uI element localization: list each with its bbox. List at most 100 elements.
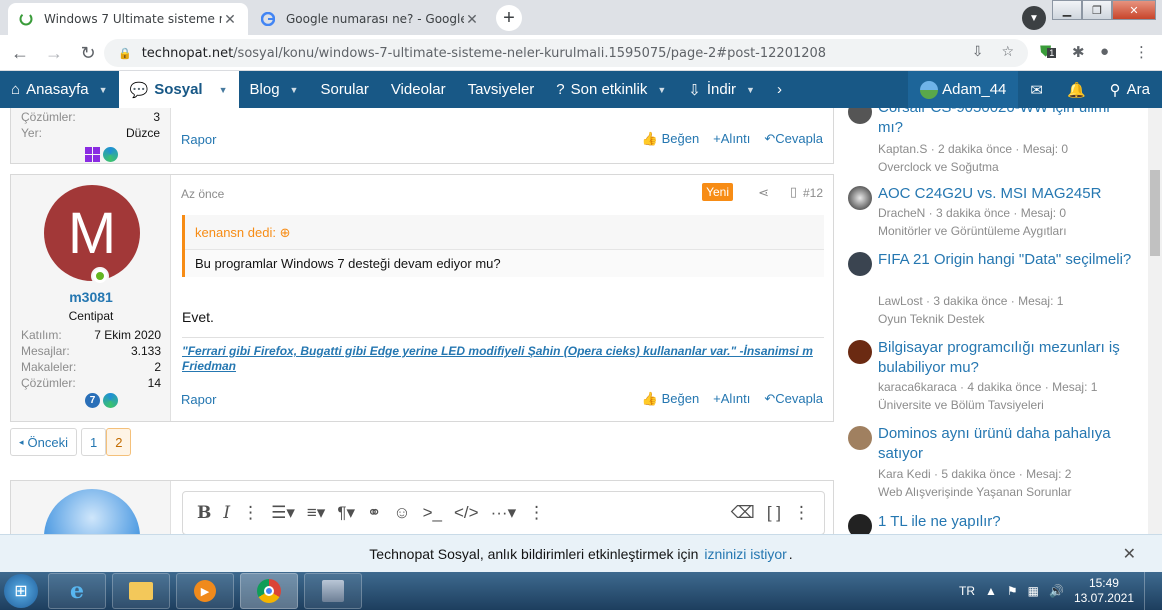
prev-page-button[interactable]: ◂ Önceki xyxy=(10,428,77,456)
thread-forum[interactable]: Monitörler ve Görüntüleme Aygıtları xyxy=(878,222,1067,240)
volume-icon[interactable]: 🔊 xyxy=(1049,584,1064,598)
reply-button[interactable]: ↶Cevapla xyxy=(764,131,823,147)
star-icon[interactable]: ☆ xyxy=(1001,44,1014,60)
thread-forum[interactable]: Oyun Teknik Destek xyxy=(878,310,985,328)
close-icon[interactable]: ✕ xyxy=(1123,544,1136,564)
chevron-down-icon[interactable]: ▼ xyxy=(746,85,755,95)
share-icon[interactable]: ⋖ xyxy=(758,185,769,201)
taskbar-explorer[interactable] xyxy=(112,573,170,609)
thread-forum[interactable]: Üniversite ve Bölüm Tavsiyeleri xyxy=(878,396,1044,414)
username[interactable]: m3081 xyxy=(11,289,171,305)
more-options-icon[interactable]: ⋮ xyxy=(528,503,545,523)
page-1[interactable]: 1 xyxy=(81,428,107,456)
thread-forum[interactable]: Web Alışverişinde Yaşanan Sorunlar xyxy=(878,483,1071,501)
tray-expand-icon[interactable]: ▲ xyxy=(985,584,997,598)
reload-icon[interactable]: ↻ xyxy=(76,41,100,65)
tab-active[interactable]: Windows 7 Ultimate sisteme nele ✕ xyxy=(8,3,248,35)
tab-inactive[interactable]: Google numarası ne? - Google'da ✕ xyxy=(250,3,490,35)
quote-button[interactable]: +Alıntı xyxy=(713,131,750,147)
quote-author[interactable]: kenansn dedi: ⊕ xyxy=(195,225,290,241)
arrow-up-circle-icon[interactable]: ⊕ xyxy=(280,225,291,240)
chevron-down-icon[interactable]: ▼ xyxy=(219,85,228,95)
clock[interactable]: 15:49 13.07.2021 xyxy=(1074,576,1134,606)
minimize-button[interactable]: ▁ xyxy=(1052,0,1082,20)
like-button[interactable]: 👍 Beğen xyxy=(642,391,699,407)
start-button[interactable]: ⊞ xyxy=(0,572,42,610)
menu-icon[interactable]: ⋮ xyxy=(1134,43,1149,61)
more-options-icon[interactable]: ⋮ xyxy=(242,503,259,523)
nav-item-blog[interactable]: Blog ▼ xyxy=(239,71,310,108)
taskbar-chrome[interactable] xyxy=(240,573,298,609)
italic-icon[interactable]: I xyxy=(223,503,230,523)
window-close-button[interactable]: ✕ xyxy=(1112,0,1156,20)
chevron-down-icon[interactable]: ▼ xyxy=(290,85,299,95)
bell-icon[interactable]: 🔔 xyxy=(1055,71,1098,108)
avatar[interactable]: M xyxy=(44,185,140,281)
align-icon[interactable]: ≡▾ xyxy=(307,503,325,523)
thread-title[interactable]: Dominos aynı ürünü daha pahalıya satıyor xyxy=(878,424,1134,464)
terminal-icon[interactable]: >_ xyxy=(423,503,442,523)
thread-forum[interactable]: Overclock ve Soğutma xyxy=(878,158,999,176)
reply-button[interactable]: ↶Cevapla xyxy=(764,391,823,407)
envelope-icon[interactable]: ✉ xyxy=(1018,71,1055,108)
taskbar-app[interactable] xyxy=(304,573,362,609)
scrollbar[interactable] xyxy=(1148,108,1162,534)
back-icon[interactable]: ← xyxy=(8,41,32,65)
nav-item-sosyal[interactable]: 💬 Sosyal ▼ xyxy=(118,71,239,108)
shield-icon[interactable]: ⛊1 xyxy=(1040,43,1057,60)
show-desktop-button[interactable] xyxy=(1144,572,1154,610)
signature[interactable]: "Ferrari gibi Firefox, Bugatti gibi Edge… xyxy=(182,337,824,374)
search-button[interactable]: ⚲ Ara xyxy=(1098,71,1162,108)
thread-title[interactable]: Corsair CS-9050020-WW için ulimi mı? xyxy=(878,108,1134,138)
like-button[interactable]: 👍 Beğen xyxy=(642,131,699,147)
bbcode-icon[interactable]: [ ] xyxy=(767,503,781,523)
flag-icon[interactable]: ⚑ xyxy=(1007,584,1018,598)
chevron-down-icon[interactable]: ▼ xyxy=(1022,6,1046,30)
address-bar[interactable]: 🔒 technopat.net/sosyal/konu/windows-7-ul… xyxy=(104,39,1028,67)
paragraph-icon[interactable]: ¶▾ xyxy=(337,503,355,523)
quote-button[interactable]: +Alıntı xyxy=(713,391,750,407)
chevron-down-icon[interactable]: ▼ xyxy=(99,85,108,95)
new-tab-button[interactable]: + xyxy=(496,5,522,31)
report-link[interactable]: Rapor xyxy=(181,392,216,407)
nav-item-son-etkinlik[interactable]: ? Son etkinlik ▼ xyxy=(545,71,677,108)
thread-title[interactable]: Bilgisayar programcılığı mezunları iş bu… xyxy=(878,338,1134,378)
nav-more[interactable]: › xyxy=(766,71,793,108)
eraser-icon[interactable]: ⌫ xyxy=(731,503,755,523)
chevron-down-icon[interactable]: ▼ xyxy=(657,85,666,95)
post-number[interactable]: #12 xyxy=(803,186,823,200)
puzzle-icon[interactable]: ✱ xyxy=(1072,43,1085,61)
nav-item-tavsiyeler[interactable]: Tavsiyeler xyxy=(457,71,546,108)
taskbar-ie[interactable]: e xyxy=(48,573,106,609)
network-icon[interactable]: ▦ xyxy=(1028,584,1039,598)
bold-icon[interactable]: B xyxy=(197,503,211,523)
bookmark-icon[interactable]: ▯ xyxy=(790,184,797,200)
list-icon[interactable]: ☰▾ xyxy=(271,503,295,523)
page-2[interactable]: 2 xyxy=(106,428,132,456)
link-icon[interactable]: ⚭ xyxy=(367,503,381,523)
code-icon[interactable]: </> xyxy=(454,503,479,523)
profile-icon[interactable]: ● xyxy=(1100,43,1109,60)
post-time[interactable]: Az önce xyxy=(181,187,224,201)
nav-item-videolar[interactable]: Videolar xyxy=(380,71,457,108)
thread-title[interactable]: AOC C24G2U vs. MSI MAG245R xyxy=(878,184,1134,204)
emoji-icon[interactable]: ☺ xyxy=(393,503,410,523)
install-icon[interactable]: ⇩ xyxy=(972,44,984,60)
forward-icon[interactable]: → xyxy=(42,41,66,65)
taskbar-media-player[interactable]: ▶ xyxy=(176,573,234,609)
thread-title[interactable]: FIFA 21 Origin hangi "Data" seçilmeli? xyxy=(878,250,1134,270)
more-options-icon[interactable]: ⋮ xyxy=(793,503,810,523)
user-menu[interactable]: Adam_44 xyxy=(908,71,1019,108)
nav-item-sorular[interactable]: Sorular xyxy=(309,71,379,108)
language-indicator[interactable]: TR xyxy=(959,584,975,598)
insert-more-icon[interactable]: ···▾ xyxy=(491,503,517,523)
report-link[interactable]: Rapor xyxy=(181,132,216,147)
close-icon[interactable]: ✕ xyxy=(222,11,238,28)
nav-item-indir[interactable]: ⇩ İndir ▼ xyxy=(677,71,766,108)
permission-link[interactable]: izninizi istiyor xyxy=(704,546,786,562)
close-icon[interactable]: ✕ xyxy=(464,11,480,28)
thread-title[interactable]: 1 TL ile ne yapılır? xyxy=(878,512,1134,532)
maximize-button[interactable]: ❐ xyxy=(1082,0,1112,20)
nav-item-home[interactable]: ⌂ Anasayfa ▼ xyxy=(0,71,119,108)
scrollbar-thumb[interactable] xyxy=(1150,170,1160,256)
